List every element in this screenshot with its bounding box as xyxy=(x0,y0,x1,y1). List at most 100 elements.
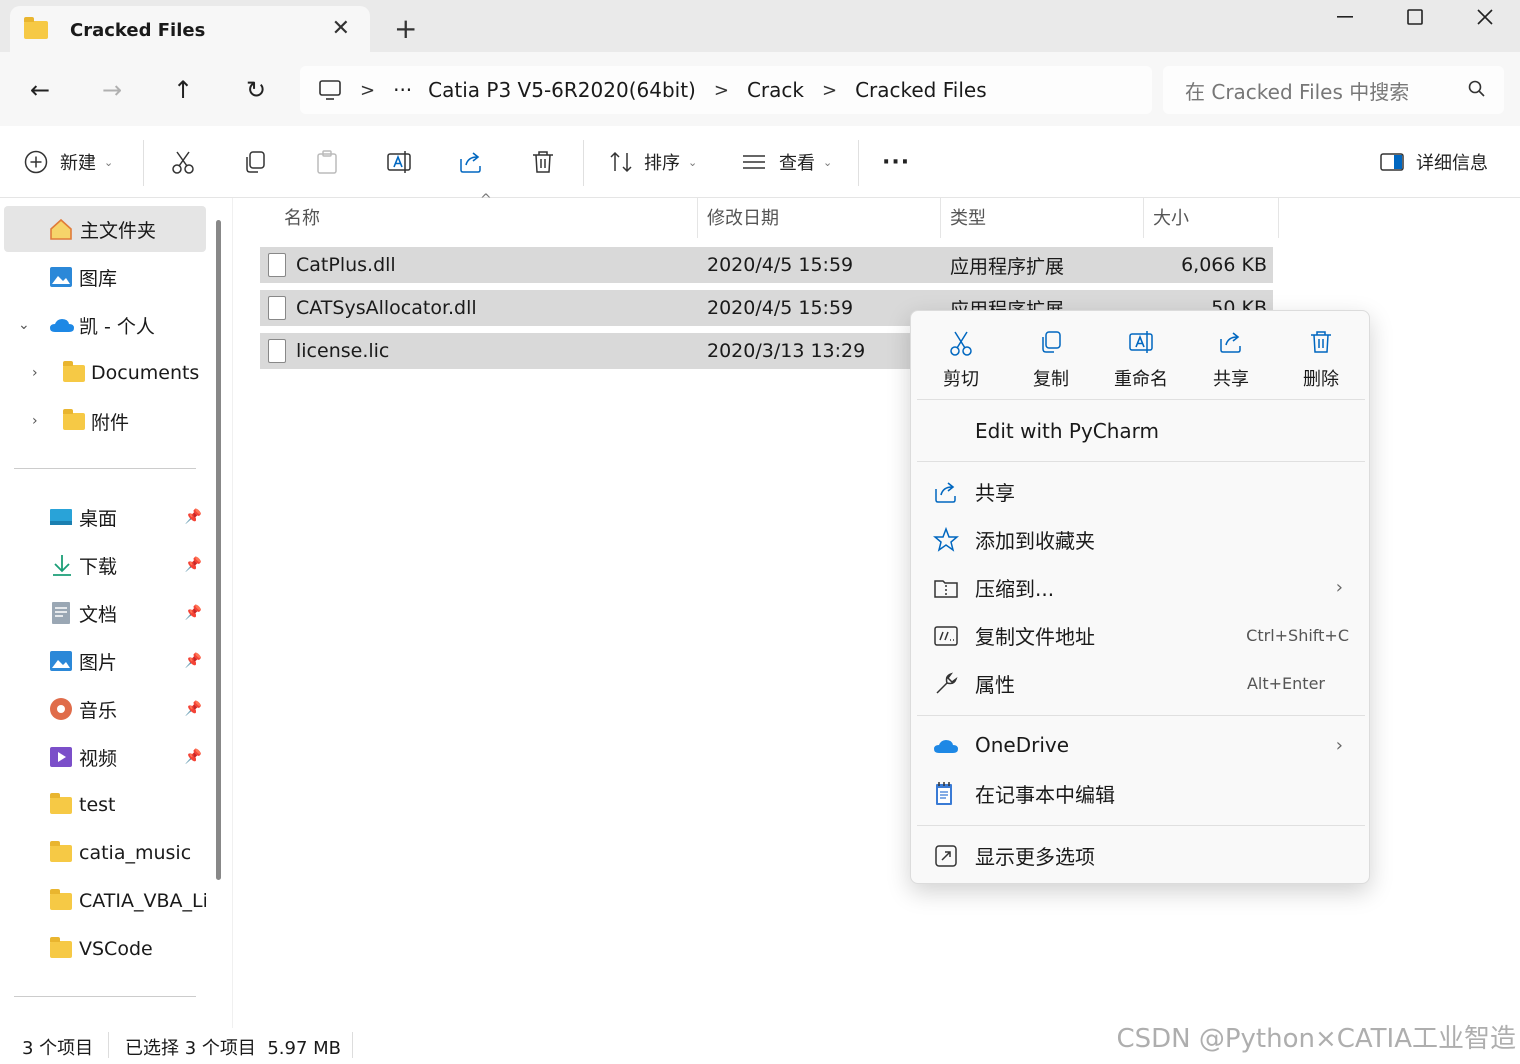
close-window-button[interactable] xyxy=(1450,0,1520,34)
sidebar-item-test[interactable]: test xyxy=(0,782,206,828)
sidebar-item-gallery[interactable]: 图库 xyxy=(0,254,206,300)
rename-button[interactable] xyxy=(386,146,412,178)
sidebar-item-catia-vba-lib[interactable]: CATIA_VBA_Lib xyxy=(0,878,206,924)
address-bar[interactable]: > ··· Catia P3 V5-6R2020(64bit) > Crack … xyxy=(300,66,1152,114)
menu-item-properties[interactable]: 属性 Alt+Enter xyxy=(917,661,1365,705)
view-list-icon xyxy=(743,155,765,169)
file-name: CATSysAllocator.dll xyxy=(296,297,477,319)
chevron-down-icon: ⌄ xyxy=(688,155,698,169)
chevron-right-icon[interactable]: › xyxy=(32,413,38,429)
sidebar-item-downloads[interactable]: 下载 📌 xyxy=(0,542,206,588)
status-selection: 已选择 3 个项目 5.97 MB xyxy=(125,1038,342,1059)
file-icon xyxy=(268,339,286,363)
more-options-button[interactable]: ··· xyxy=(882,146,910,178)
context-cut-button[interactable]: 剪切 xyxy=(926,329,996,391)
sidebar-item-attachments[interactable]: › 附件 xyxy=(0,398,206,444)
menu-item-copy-path[interactable]: 复制文件地址 Ctrl+Shift+C xyxy=(917,613,1365,657)
new-tab-button[interactable]: + xyxy=(394,12,417,45)
menu-item-compress[interactable]: 压缩到... › xyxy=(917,565,1365,609)
breadcrumb-cracked-files[interactable]: Cracked Files xyxy=(855,78,987,102)
sidebar-item-vscode[interactable]: VSCode xyxy=(0,926,206,972)
document-icon xyxy=(52,602,70,624)
up-button[interactable]: ↑ xyxy=(165,72,201,108)
copy-icon xyxy=(1042,331,1061,353)
search-box[interactable]: 在 Cracked Files 中搜索 xyxy=(1163,66,1504,114)
wrench-icon xyxy=(936,672,958,694)
onedrive-icon xyxy=(50,319,74,332)
context-rename-button[interactable]: 重命名 xyxy=(1106,329,1176,391)
column-header-modified[interactable]: 修改日期 xyxy=(707,204,779,230)
cut-button[interactable] xyxy=(170,146,196,178)
scissors-icon xyxy=(172,151,194,174)
refresh-button[interactable]: ↻ xyxy=(238,72,274,108)
file-modified: 2020/3/13 13:29 xyxy=(707,340,866,362)
menu-item-onedrive[interactable]: OneDrive › xyxy=(917,723,1365,767)
menu-item-add-favorites[interactable]: 添加到收藏夹 xyxy=(917,517,1365,561)
sidebar-item-catia-music[interactable]: catia_music xyxy=(0,830,206,876)
delete-button[interactable] xyxy=(530,146,556,178)
tab-cracked-files[interactable]: Cracked Files ✕ xyxy=(10,6,370,54)
details-pane-icon xyxy=(1380,153,1404,171)
view-button[interactable]: 查看 ⌄ xyxy=(741,146,832,178)
column-header-size[interactable]: 大小 xyxy=(1153,204,1189,230)
details-pane-button[interactable]: 详细信息 xyxy=(1380,146,1488,178)
new-button[interactable]: 新建 ⌄ xyxy=(24,146,113,178)
menu-item-edit-pycharm[interactable]: Edit with PyCharm xyxy=(917,409,1365,453)
sidebar-item-label: 附件 xyxy=(91,411,130,434)
dll-file-icon xyxy=(268,296,286,320)
context-share-button[interactable]: 共享 xyxy=(1196,329,1266,391)
copy-icon xyxy=(246,151,265,173)
sidebar-item-desktop[interactable]: 桌面 📌 xyxy=(0,494,206,540)
sidebar-item-label: 音乐 xyxy=(79,699,118,722)
forward-button[interactable]: → xyxy=(94,72,130,108)
breadcrumb-crack[interactable]: Crack xyxy=(747,78,804,102)
chevron-down-icon: ⌄ xyxy=(104,155,114,169)
sort-button[interactable]: 排序 ⌄ xyxy=(608,146,697,178)
share-icon xyxy=(1220,332,1241,353)
sidebar-item-home[interactable]: 主文件夹 xyxy=(4,206,206,252)
sidebar-item-documents[interactable]: › Documents xyxy=(0,350,206,396)
paste-button[interactable] xyxy=(314,146,340,178)
folder-icon xyxy=(50,936,72,958)
search-input[interactable]: 在 Cracked Files 中搜索 xyxy=(1185,76,1409,105)
sort-ascending-icon: ^ xyxy=(480,192,492,208)
maximize-button[interactable] xyxy=(1380,0,1450,34)
share-icon xyxy=(935,482,956,503)
trash-icon xyxy=(1311,331,1331,353)
chevron-down-icon[interactable]: ⌄ xyxy=(18,317,30,333)
menu-item-notepad[interactable]: 在记事本中编辑 xyxy=(917,771,1365,815)
pin-icon: 📌 xyxy=(184,605,202,621)
context-copy-button[interactable]: 复制 xyxy=(1016,329,1086,391)
sidebar-item-label: 桌面 xyxy=(79,507,118,530)
menu-item-show-more-options[interactable]: 显示更多选项 xyxy=(917,833,1365,877)
music-icon xyxy=(50,698,72,720)
breadcrumb-catia[interactable]: Catia P3 V5-6R2020(64bit) xyxy=(428,78,696,102)
sidebar-item-music[interactable]: 音乐 📌 xyxy=(0,686,206,732)
folder-icon xyxy=(63,408,85,430)
chevron-down-icon: ⌄ xyxy=(823,155,833,169)
sidebar-item-docs[interactable]: 文档 📌 xyxy=(0,590,206,636)
sidebar-item-pictures[interactable]: 图片 📌 xyxy=(0,638,206,684)
copy-button[interactable] xyxy=(242,146,268,178)
copy-path-icon xyxy=(934,626,958,646)
context-share-label: 共享 xyxy=(1213,369,1249,390)
desktop-icon xyxy=(50,509,72,525)
context-delete-button[interactable]: 删除 xyxy=(1286,329,1356,391)
share-button[interactable] xyxy=(458,146,484,178)
column-header-name[interactable]: 名称 xyxy=(284,204,320,230)
sidebar-item-label: 凯 - 个人 xyxy=(79,315,155,338)
sidebar-item-onedrive[interactable]: ⌄ 凯 - 个人 xyxy=(0,302,206,348)
back-button[interactable]: ← xyxy=(22,72,58,108)
file-row[interactable]: CatPlus.dll 2020/4/5 15:59 应用程序扩展 6,066 … xyxy=(260,247,1273,283)
sidebar-item-videos[interactable]: 视频 📌 xyxy=(0,734,206,780)
column-header-type[interactable]: 类型 xyxy=(950,204,986,230)
menu-item-share[interactable]: 共享 xyxy=(917,469,1365,513)
minimize-button[interactable] xyxy=(1310,0,1380,34)
chevron-right-icon[interactable]: › xyxy=(32,365,38,381)
breadcrumb-more[interactable]: ··· xyxy=(393,78,412,102)
new-label: 新建 xyxy=(60,153,96,174)
close-tab-button[interactable]: ✕ xyxy=(332,16,350,41)
dll-file-icon xyxy=(268,253,286,277)
sidebar-scrollbar[interactable] xyxy=(216,220,221,880)
chevron-right-icon: › xyxy=(1335,576,1343,598)
